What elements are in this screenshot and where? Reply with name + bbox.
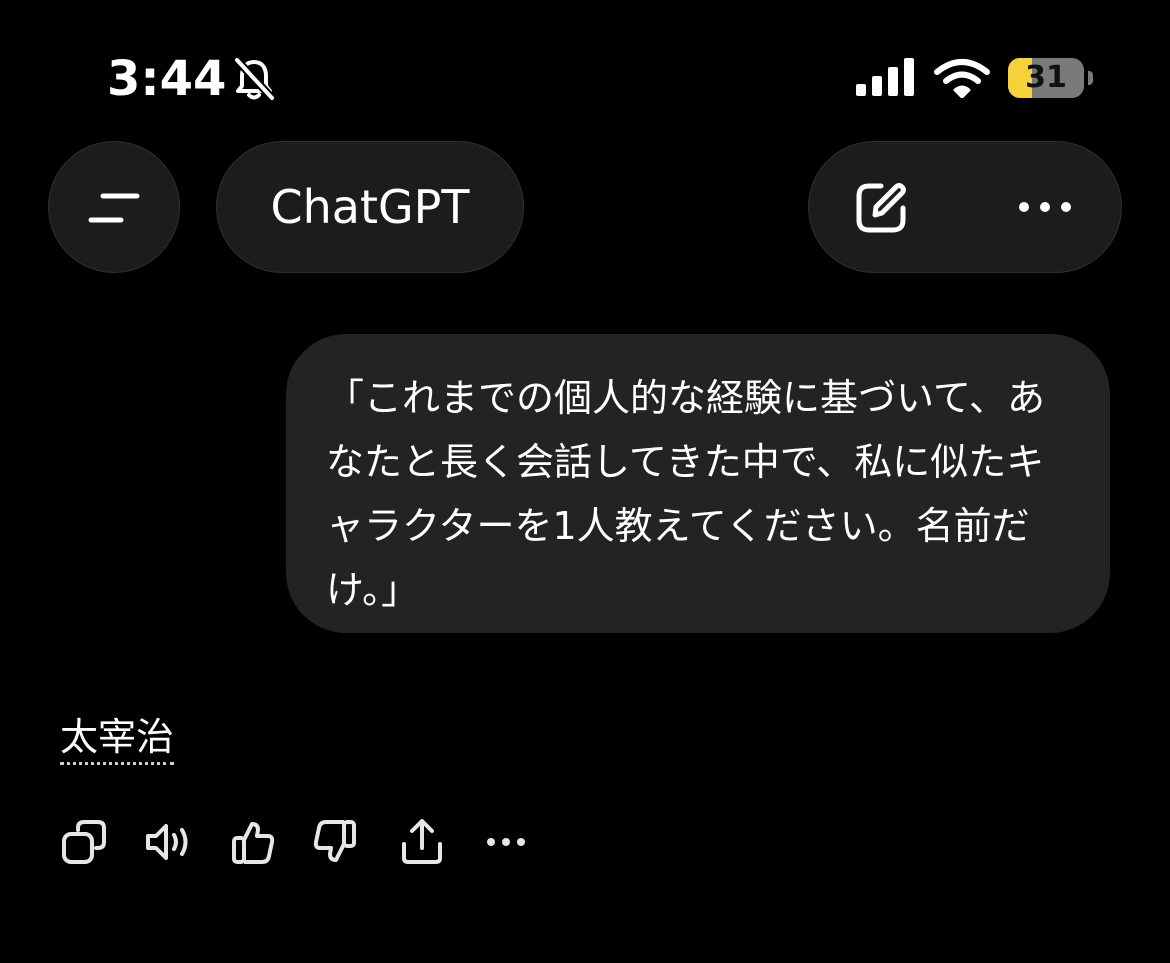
edit-icon[interactable]: [851, 178, 911, 238]
page-title: ChatGPT: [270, 180, 470, 234]
thumbs-down-icon[interactable]: [312, 818, 360, 866]
user-message-text: 「これまでの個人的な経験に基づいて、あなたと長く会話してきた中で、私に似たキャラ…: [326, 376, 1045, 612]
copy-icon[interactable]: [60, 818, 108, 866]
share-icon[interactable]: [398, 818, 446, 866]
assistant-message-text[interactable]: 太宰治: [60, 714, 175, 765]
more-icon[interactable]: [482, 818, 530, 866]
user-message-bubble: 「これまでの個人的な経験に基づいて、あなたと長く会話してきた中で、私に似たキャラ…: [286, 334, 1110, 633]
header-actions: [808, 141, 1122, 273]
more-icon[interactable]: [1015, 192, 1075, 222]
bell-slash-icon: [234, 57, 275, 101]
wifi-icon: [934, 59, 990, 98]
read-aloud-icon[interactable]: [144, 818, 192, 866]
model-selector-button[interactable]: ChatGPT: [216, 141, 524, 273]
battery-body: 31: [1008, 58, 1084, 98]
thumbs-up-icon[interactable]: [228, 818, 276, 866]
menu-icon: [88, 193, 140, 223]
sidebar-menu-button[interactable]: [48, 141, 180, 273]
battery-icon: 31: [1008, 58, 1093, 98]
cellular-signal-icon: [856, 58, 914, 96]
battery-level: 31: [1025, 60, 1067, 95]
battery-nub: [1088, 71, 1093, 85]
status-time: 3:44: [107, 51, 227, 107]
